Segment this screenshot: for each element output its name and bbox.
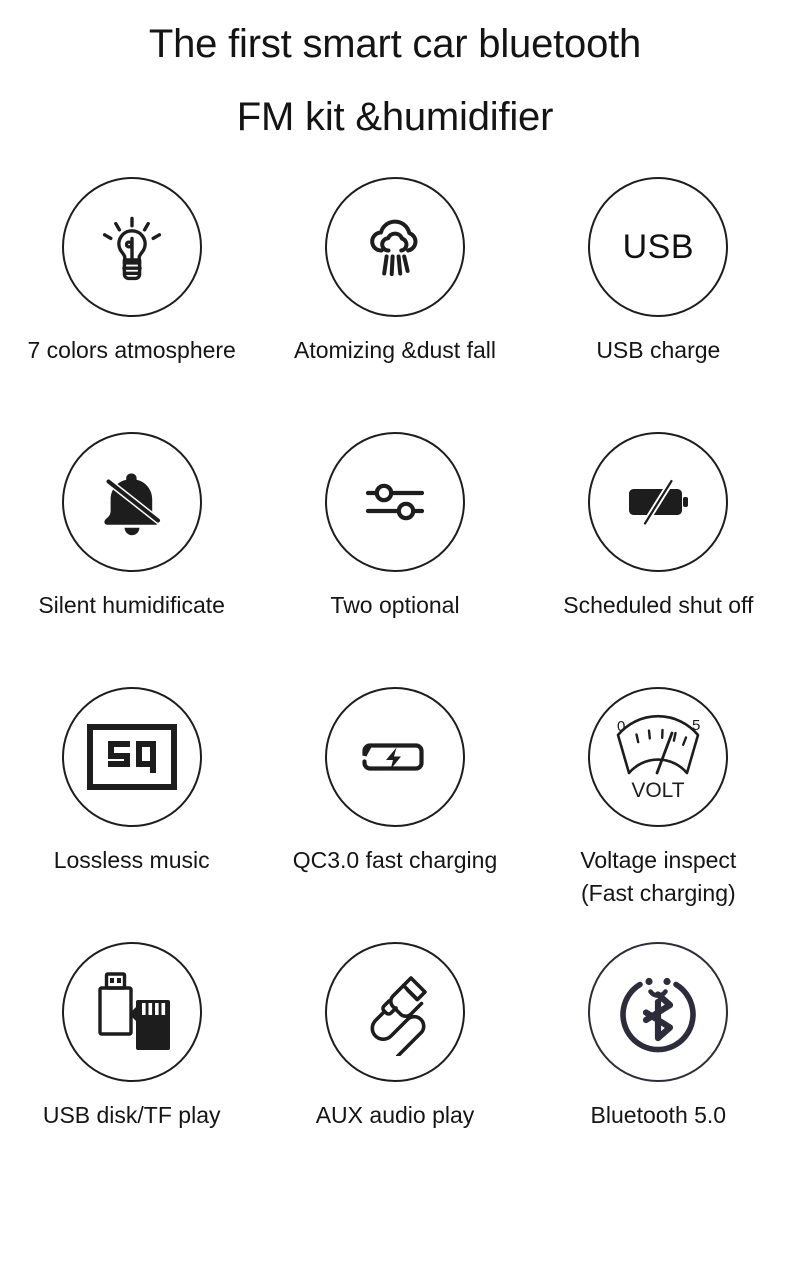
feature-label: Atomizing &dust fall	[294, 337, 496, 363]
gauge-unit-label: VOLT	[632, 779, 685, 802]
feature-grid: 7 colors atmosphere Atomizing &dust fall…	[0, 177, 790, 1197]
battery-bolt-icon	[353, 715, 437, 799]
feature-label: Bluetooth 5.0	[590, 1102, 727, 1128]
sq-lossless-icon	[86, 724, 177, 790]
feature-label: Lossless music	[53, 847, 210, 873]
feature-icon-circle	[324, 177, 465, 317]
feature-icon-circle	[588, 942, 729, 1082]
feature-icon-circle: 0 5 VOLT	[588, 687, 729, 827]
feature-icon-circle: USB	[588, 177, 729, 317]
lightbulb-icon	[90, 205, 174, 289]
feature-item-aux: AUX audio play	[263, 942, 526, 1197]
bell-muted-icon	[92, 462, 172, 542]
title-line-2: FM kit &humidifier	[236, 95, 554, 139]
feature-item-bluetooth: Bluetooth 5.0	[527, 942, 790, 1197]
feature-icon-circle	[324, 687, 465, 827]
battery-off-icon	[616, 460, 700, 544]
feature-label: USB charge	[596, 337, 721, 363]
feature-item-qc3: QC3.0 fast charging	[263, 687, 526, 942]
bluetooth-smiley-icon	[612, 966, 704, 1058]
feature-label: Scheduled shut off	[563, 592, 754, 618]
feature-label: QC3.0 fast charging	[292, 847, 498, 873]
feature-item-lossless: Lossless music	[0, 687, 263, 942]
sliders-icon	[353, 460, 437, 544]
feature-label: Two optional	[330, 592, 460, 618]
gauge-max-label: 5	[692, 717, 700, 734]
title-line-1: The first smart car bluetooth	[148, 22, 642, 66]
feature-label: USB disk/TF play	[42, 1102, 221, 1128]
feature-item-two-optional: Two optional	[263, 432, 526, 687]
feature-label: 7 colors atmosphere	[27, 337, 236, 363]
feature-item-voltage: 0 5 VOLT Voltage inspect (Fast charging)	[527, 687, 790, 942]
feature-item-atmosphere: 7 colors atmosphere	[0, 177, 263, 432]
feature-icon-circle	[324, 432, 465, 572]
gauge-min-label: 0	[617, 718, 625, 735]
feature-label: Voltage inspect (Fast charging)	[580, 847, 737, 906]
feature-icon-circle	[324, 942, 465, 1082]
feature-item-shutoff: Scheduled shut off	[527, 432, 790, 687]
feature-icon-circle	[61, 432, 202, 572]
volt-gauge-icon: 0 5 VOLT	[604, 709, 712, 805]
page-title: The first smart car bluetooth FM kit &hu…	[0, 0, 790, 137]
feature-label: AUX audio play	[315, 1102, 475, 1128]
feature-icon-circle	[61, 177, 202, 317]
feature-item-usb-disk: USB disk/TF play	[0, 942, 263, 1197]
feature-item-usb-charge: USB USB charge	[527, 177, 790, 432]
usb-drive-tf-card-icon	[84, 966, 180, 1058]
usb-text-icon: USB	[622, 228, 695, 266]
feature-label: Silent humidificate	[38, 592, 225, 618]
feature-icon-circle	[61, 942, 202, 1082]
feature-icon-circle	[588, 432, 729, 572]
aux-cable-icon	[351, 968, 439, 1056]
feature-item-silent: Silent humidificate	[0, 432, 263, 687]
feature-icon-circle	[61, 687, 202, 827]
mist-cloud-icon	[353, 205, 437, 289]
feature-item-atomizing: Atomizing &dust fall	[263, 177, 526, 432]
